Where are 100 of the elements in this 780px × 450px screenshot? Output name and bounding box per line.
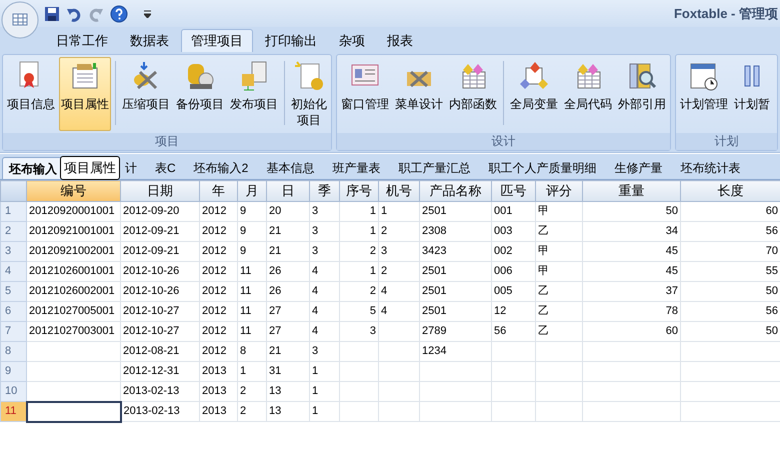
table-cell[interactable]: 3 bbox=[310, 242, 340, 262]
table-cell[interactable]: 2 bbox=[238, 382, 266, 402]
table-cell[interactable]: 26 bbox=[266, 282, 310, 302]
ribbon-button[interactable]: 外部引用 bbox=[616, 57, 668, 131]
table-cell[interactable]: 1 bbox=[238, 362, 266, 382]
table-cell[interactable]: 4 bbox=[310, 322, 340, 342]
table-cell[interactable]: 2501 bbox=[420, 262, 492, 282]
sheet-tab[interactable]: 坯布统计表 bbox=[671, 157, 750, 179]
table-cell[interactable]: 11 bbox=[238, 282, 266, 302]
ribbon-button[interactable]: 备份项目 bbox=[174, 57, 226, 131]
row-header[interactable]: 9 bbox=[0, 362, 26, 382]
row-header[interactable]: 7 bbox=[0, 322, 26, 342]
table-cell[interactable]: 2012-12-31 bbox=[120, 362, 200, 382]
table-cell[interactable]: 2012 bbox=[200, 242, 238, 262]
table-cell[interactable]: 2012 bbox=[200, 282, 238, 302]
table-cell[interactable]: 甲 bbox=[536, 202, 582, 222]
table-cell[interactable]: 甲 bbox=[536, 242, 582, 262]
table-cell[interactable]: 78 bbox=[582, 302, 680, 322]
column-header[interactable]: 匹号 bbox=[492, 180, 536, 202]
table-cell[interactable]: 20120921001001 bbox=[26, 222, 120, 242]
table-cell[interactable]: 11 bbox=[238, 302, 266, 322]
table-cell[interactable]: 2012-10-26 bbox=[120, 282, 200, 302]
table-cell[interactable]: 2012-09-21 bbox=[120, 222, 200, 242]
column-header[interactable]: 日 bbox=[266, 180, 310, 202]
table-cell[interactable]: 5 bbox=[340, 302, 378, 322]
table-cell[interactable]: 2012-10-27 bbox=[120, 302, 200, 322]
ribbon-button[interactable]: 计划暂 bbox=[732, 57, 772, 131]
ribbon-tab[interactable]: 杂项 bbox=[329, 29, 375, 52]
column-header[interactable]: 年 bbox=[200, 180, 238, 202]
column-header[interactable]: 产品名称 bbox=[420, 180, 492, 202]
column-header[interactable]: 评分 bbox=[536, 180, 582, 202]
table-cell[interactable]: 2012 bbox=[200, 202, 238, 222]
row-header[interactable]: 11 bbox=[0, 402, 26, 422]
table-cell[interactable]: 4 bbox=[310, 302, 340, 322]
table-cell[interactable]: 50 bbox=[582, 202, 680, 222]
table-cell[interactable]: 3423 bbox=[420, 242, 492, 262]
ribbon-button[interactable]: 菜单设计 bbox=[393, 57, 445, 131]
help-icon[interactable] bbox=[110, 4, 128, 22]
column-header[interactable]: 编号 bbox=[26, 180, 120, 202]
table-cell[interactable]: 2789 bbox=[420, 322, 492, 342]
table-cell[interactable]: 乙 bbox=[536, 282, 582, 302]
column-header[interactable]: 重量 bbox=[582, 180, 680, 202]
table-cell[interactable]: 3 bbox=[310, 202, 340, 222]
table-cell[interactable]: 2013-02-13 bbox=[120, 382, 200, 402]
table-cell[interactable]: 45 bbox=[582, 242, 680, 262]
ribbon-button[interactable]: 窗口管理 bbox=[339, 57, 391, 131]
table-cell[interactable]: 9 bbox=[238, 222, 266, 242]
table-cell[interactable]: 2012-08-21 bbox=[120, 342, 200, 362]
table-cell[interactable]: 37 bbox=[582, 282, 680, 302]
table-cell[interactable]: 1 bbox=[340, 202, 378, 222]
table-cell[interactable]: 21 bbox=[266, 222, 310, 242]
table-cell[interactable]: 2308 bbox=[420, 222, 492, 242]
table-cell[interactable]: 12 bbox=[492, 302, 536, 322]
table-cell[interactable]: 8 bbox=[238, 342, 266, 362]
table-cell[interactable]: 006 bbox=[492, 262, 536, 282]
table-cell[interactable]: 60 bbox=[582, 322, 680, 342]
table-cell[interactable]: 002 bbox=[492, 242, 536, 262]
table-cell[interactable]: 56 bbox=[492, 322, 536, 342]
sheet-tab[interactable]: 生修产量 bbox=[605, 157, 672, 179]
table-cell[interactable]: 2013-02-13 bbox=[120, 402, 200, 422]
column-header[interactable]: 长度 bbox=[680, 180, 780, 202]
table-cell[interactable]: 9 bbox=[238, 202, 266, 222]
column-header[interactable]: 序号 bbox=[340, 180, 378, 202]
table-cell[interactable]: 26 bbox=[266, 262, 310, 282]
ribbon-tab[interactable]: 数据表 bbox=[120, 29, 179, 52]
table-cell[interactable]: 3 bbox=[378, 242, 420, 262]
row-header[interactable]: 5 bbox=[0, 282, 26, 302]
table-cell[interactable]: 乙 bbox=[536, 222, 582, 242]
ribbon-button[interactable]: 发布项目 bbox=[228, 57, 280, 131]
table-cell[interactable]: 2 bbox=[340, 282, 378, 302]
ribbon-button[interactable]: 内部函数 bbox=[447, 57, 499, 131]
column-header[interactable]: 日期 bbox=[120, 180, 200, 202]
table-cell[interactable]: 20121026001001 bbox=[26, 262, 120, 282]
table-cell[interactable]: 2012-10-27 bbox=[120, 322, 200, 342]
table-cell[interactable]: 11 bbox=[238, 262, 266, 282]
table-cell[interactable]: 2 bbox=[378, 222, 420, 242]
ribbon-button[interactable]: 计划管理 bbox=[678, 57, 730, 131]
table-cell[interactable]: 2012 bbox=[200, 322, 238, 342]
table-cell[interactable]: 21 bbox=[266, 242, 310, 262]
row-header[interactable]: 4 bbox=[0, 262, 26, 282]
table-cell[interactable]: 1 bbox=[310, 382, 340, 402]
row-header[interactable]: 1 bbox=[0, 202, 26, 222]
table-cell[interactable]: 4 bbox=[378, 282, 420, 302]
table-cell[interactable]: 13 bbox=[266, 382, 310, 402]
table-cell[interactable]: 甲 bbox=[536, 262, 582, 282]
row-header[interactable]: 8 bbox=[0, 342, 26, 362]
table-cell[interactable] bbox=[26, 402, 120, 422]
table-cell[interactable]: 2012 bbox=[200, 302, 238, 322]
table-cell[interactable]: 2 bbox=[340, 242, 378, 262]
column-header[interactable]: 月 bbox=[238, 180, 266, 202]
ribbon-button[interactable]: 全局代码 bbox=[562, 57, 614, 131]
table-cell[interactable]: 3 bbox=[310, 342, 340, 362]
ribbon-button[interactable]: 初始化项目 bbox=[289, 57, 329, 131]
table-cell[interactable]: 4 bbox=[378, 302, 420, 322]
sheet-tab[interactable]: 基本信息 bbox=[257, 157, 324, 179]
table-cell[interactable]: 20120920001001 bbox=[26, 202, 120, 222]
ribbon-button[interactable]: 全局变量 bbox=[508, 57, 560, 131]
table-cell[interactable]: 20 bbox=[266, 202, 310, 222]
table-cell[interactable]: 20120921002001 bbox=[26, 242, 120, 262]
table-cell[interactable]: 3 bbox=[340, 322, 378, 342]
